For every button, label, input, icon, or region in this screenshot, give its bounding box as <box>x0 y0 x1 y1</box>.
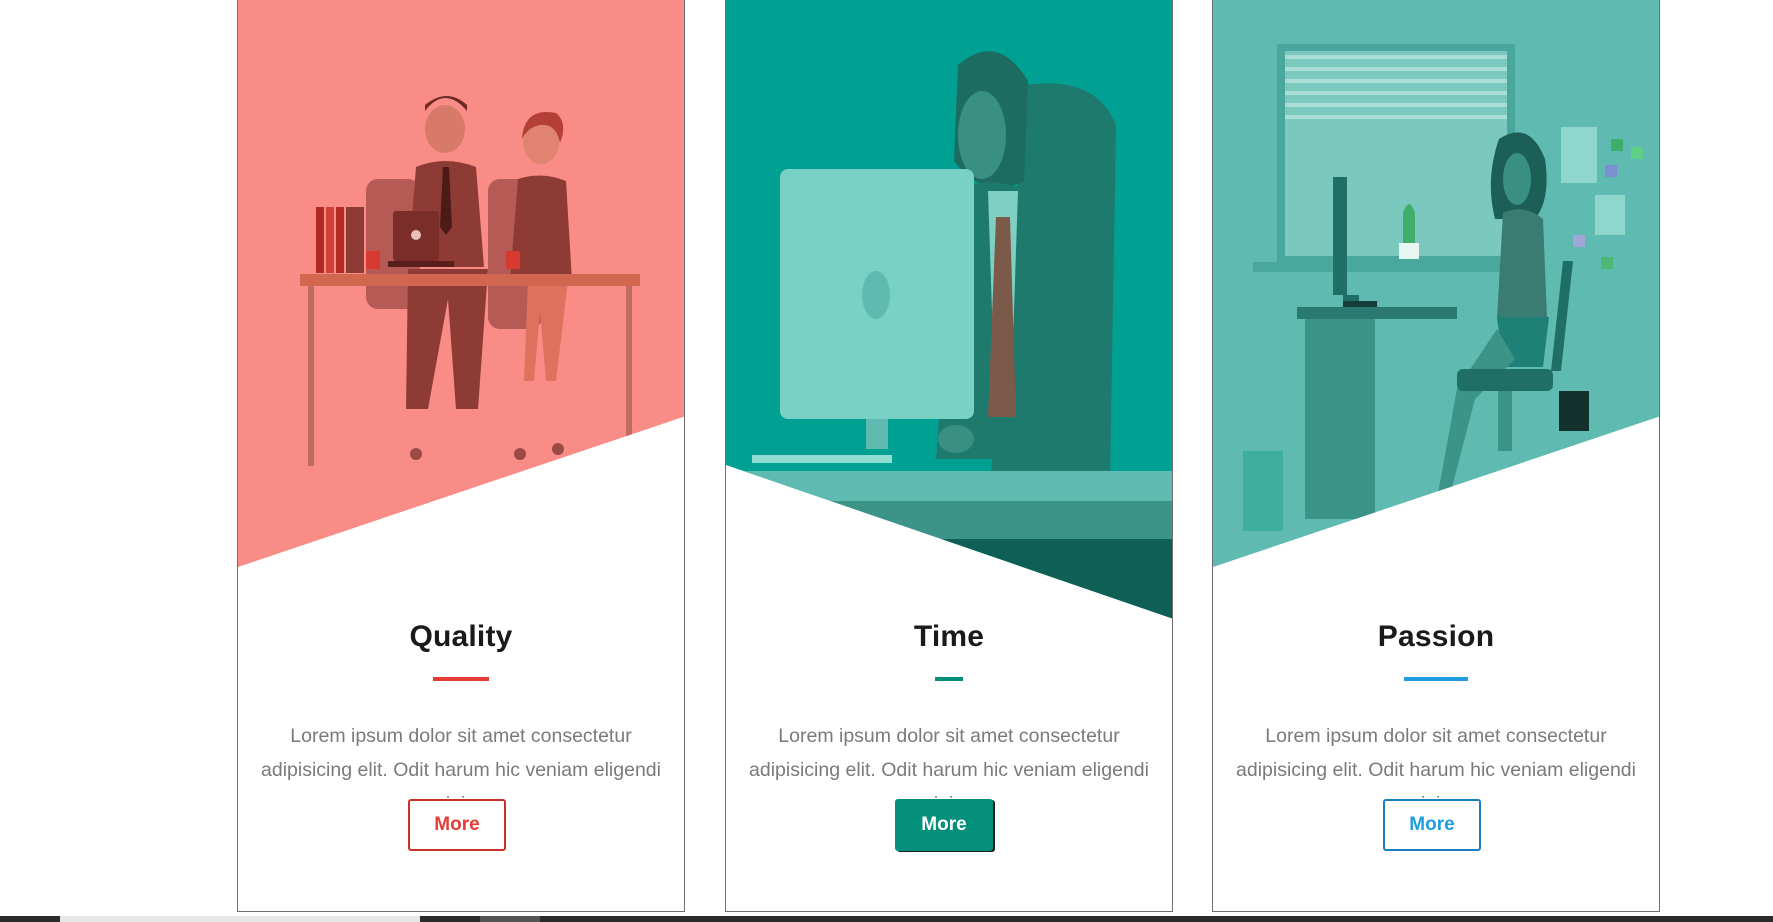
card-title: Passion <box>1377 620 1495 653</box>
scrollbar-thumb[interactable] <box>480 916 540 922</box>
more-button[interactable]: More <box>408 799 506 851</box>
title-underline <box>433 677 489 681</box>
title-underline <box>935 677 963 681</box>
two-people-at-desk-illustration <box>238 0 684 624</box>
page: Quality Lorem ipsum dolor sit amet conse… <box>0 0 1773 922</box>
man-at-computer-illustration <box>726 0 1172 624</box>
woman-typing-at-desk-illustration <box>1213 0 1659 624</box>
card-title: Quality <box>409 620 513 653</box>
card-title: Time <box>913 620 985 653</box>
card-passion: Passion Lorem ipsum dolor sit amet conse… <box>1212 0 1660 912</box>
title-underline <box>1404 677 1468 681</box>
card-time: Time Lorem ipsum dolor sit amet consecte… <box>725 0 1173 912</box>
card-quality: Quality Lorem ipsum dolor sit amet conse… <box>237 0 685 912</box>
bottom-scrollbar[interactable] <box>0 916 1773 922</box>
more-button[interactable]: More <box>895 799 993 851</box>
more-button[interactable]: More <box>1383 799 1481 851</box>
scrollbar-track-highlight <box>60 916 420 922</box>
